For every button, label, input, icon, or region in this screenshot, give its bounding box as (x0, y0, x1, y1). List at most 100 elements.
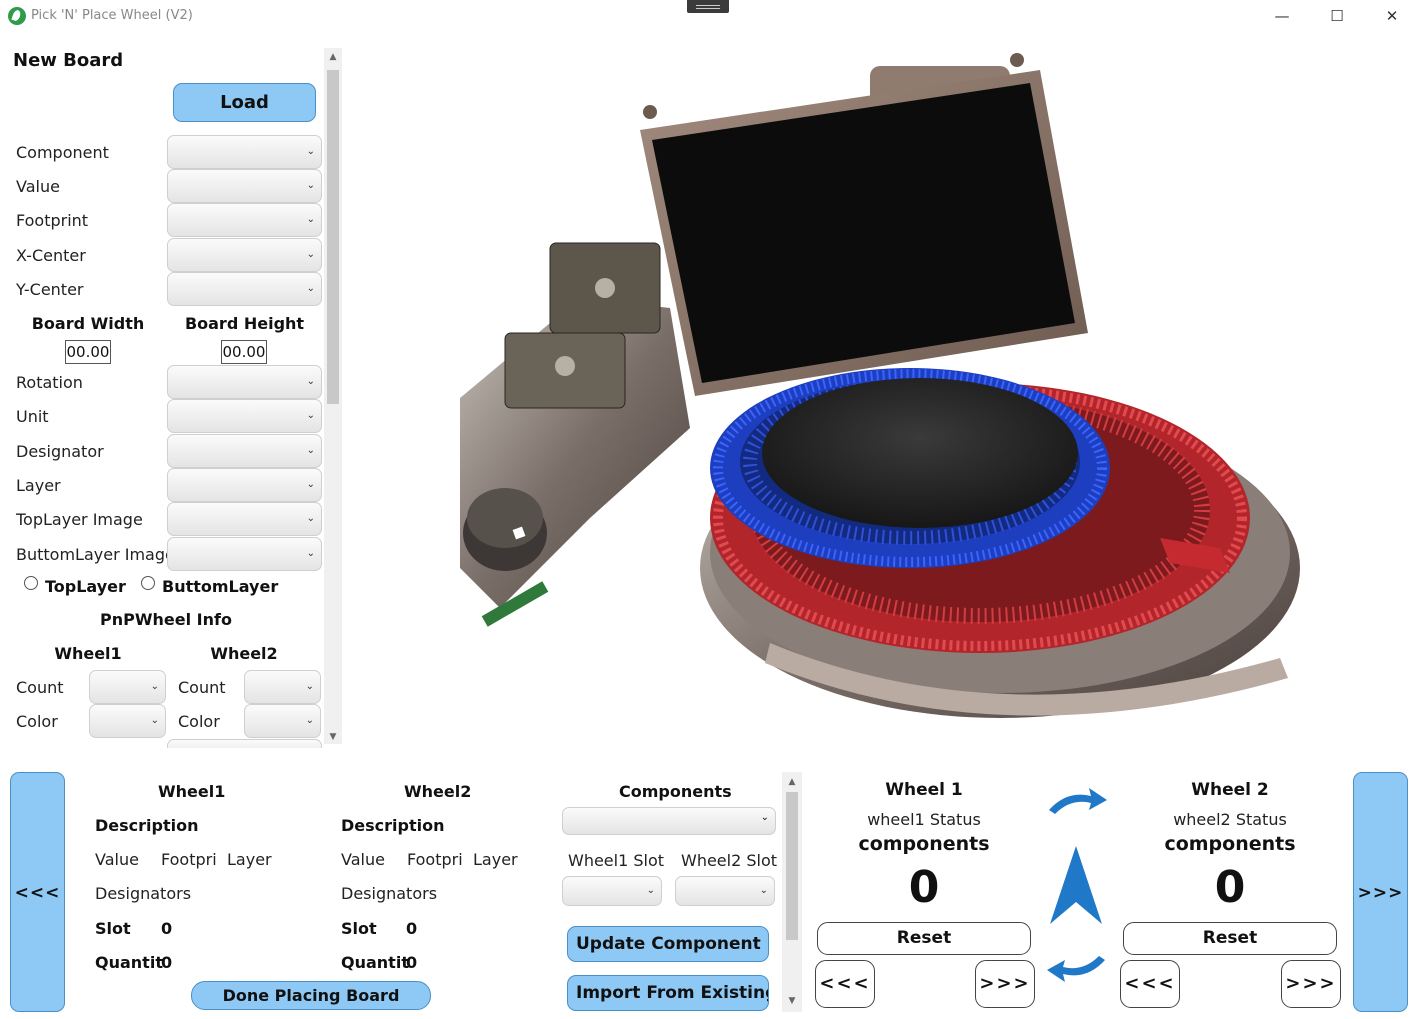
wheel1-slot-value: 0 (161, 919, 173, 938)
wheel1-count-label: Count (16, 678, 64, 697)
buttomlayer-radio[interactable] (141, 576, 155, 590)
rotation-select[interactable]: ⌄ (167, 365, 322, 399)
y-center-select[interactable]: ⌄ (167, 272, 322, 306)
footprint-select[interactable]: ⌄ (167, 203, 322, 237)
wheel2-reset-button[interactable]: Reset (1123, 922, 1337, 955)
wheel1-color-select[interactable]: ⌄ (89, 704, 166, 738)
components-heading: Components (619, 782, 732, 801)
wheel2-component-count: 0 (1214, 862, 1246, 913)
wheel1-info-title: Wheel1 (158, 782, 226, 801)
designator-label: Designator (16, 442, 104, 461)
wheel2-color-label: Color (178, 712, 220, 731)
panel-heading: New Board (13, 50, 124, 71)
done-placing-board-button[interactable]: Done Placing Board (191, 981, 431, 1010)
buttomlayer-radio-label: ButtomLayer (162, 577, 279, 596)
wheel1-heading: Wheel1 (54, 644, 122, 663)
wheel2-count-select[interactable]: ⌄ (244, 670, 321, 704)
wheel1-value: Value (95, 850, 139, 869)
wheel1-layer: Layer (227, 850, 272, 869)
scrollbar-thumb[interactable] (786, 792, 798, 940)
up-arrow-icon[interactable] (1046, 844, 1106, 928)
drag-handle[interactable] (687, 0, 729, 13)
scroll-down-icon[interactable]: ▼ (783, 994, 801, 1008)
wheel1-color-label: Color (16, 712, 58, 731)
wheel2-color-select[interactable]: ⌄ (244, 704, 321, 738)
machine-render (460, 53, 1300, 718)
maximize-button[interactable]: ☐ (1317, 4, 1357, 28)
wheel1-slot-label: Slot (95, 919, 131, 938)
wheel1-reset-button[interactable]: Reset (817, 922, 1031, 955)
import-existing-button[interactable]: Import From Existing Pr (567, 975, 769, 1011)
bottom-panel-scrollbar[interactable]: ▲ ▼ (782, 772, 802, 1012)
wheel2-layer: Layer (473, 850, 518, 869)
chevron-down-icon: ⌄ (306, 248, 315, 260)
load-button[interactable]: Load (173, 83, 316, 122)
value-label: Value (16, 177, 60, 196)
wheel1-next-button[interactable]: >>> (975, 960, 1035, 1008)
wheel2-next-button[interactable]: >>> (1281, 960, 1341, 1008)
x-center-select[interactable]: ⌄ (167, 238, 322, 272)
wheel2-count-label: Count (178, 678, 226, 697)
wheel1-description: Description (95, 816, 199, 835)
close-button[interactable]: ✕ (1372, 4, 1412, 28)
wheel1-count-select[interactable]: ⌄ (89, 670, 166, 704)
chevron-down-icon: ⌄ (150, 714, 159, 726)
update-component-button[interactable]: Update Component Pc (567, 926, 769, 962)
scroll-up-icon[interactable]: ▲ (324, 50, 342, 64)
wheel1-component-count: 0 (908, 862, 940, 913)
wheel2-slot-select[interactable]: ⌄ (675, 876, 775, 906)
previous-board-button[interactable]: <<< (10, 772, 65, 1012)
chevron-down-icon: ⌄ (306, 444, 315, 456)
toplayer-image-select[interactable]: ⌄ (167, 502, 322, 536)
buttomlayer-image-select[interactable]: ⌄ (167, 537, 322, 571)
wheel2-prev-button[interactable]: <<< (1120, 960, 1180, 1008)
left-panel-scrollbar[interactable]: ▲ ▼ (324, 48, 342, 744)
footprint-label: Footprint (16, 211, 89, 230)
app-leaf-icon (8, 7, 26, 25)
unit-label: Unit (16, 407, 49, 426)
wheel1-quantity-value: 0 (161, 953, 173, 972)
wheel1-slot-select[interactable]: ⌄ (562, 876, 662, 906)
unit-select[interactable]: ⌄ (167, 399, 322, 433)
rotate-cw-icon[interactable] (1045, 786, 1109, 816)
wheel2-quantity-value: 0 (406, 953, 418, 972)
chevron-down-icon: ⌄ (305, 680, 314, 692)
window-title: Pick 'N' Place Wheel (V2) (31, 8, 193, 23)
wheel1-status-text: wheel1 Status (867, 810, 981, 829)
rotation-label: Rotation (16, 373, 83, 392)
wheel1-prev-button[interactable]: <<< (815, 960, 875, 1008)
chevron-down-icon: ⌄ (306, 282, 315, 294)
wheel2-components-label: components (1164, 833, 1296, 855)
wheel2-value: Value (341, 850, 385, 869)
chevron-down-icon: ⌄ (306, 213, 315, 225)
scroll-up-icon[interactable]: ▲ (783, 775, 801, 789)
scroll-down-icon[interactable]: ▼ (324, 730, 342, 744)
component-select[interactable]: ⌄ (167, 135, 322, 169)
layer-select[interactable]: ⌄ (167, 468, 322, 502)
wheel1-footprint: Footpri (161, 850, 217, 869)
wheel2-slot-heading: Wheel2 Slot (681, 851, 778, 870)
board-height-field[interactable]: 00.00 (221, 340, 267, 364)
rotate-ccw-icon[interactable] (1045, 954, 1109, 984)
scrollbar-thumb[interactable] (327, 70, 339, 404)
x-center-label: X-Center (16, 246, 86, 265)
toplayer-radio[interactable] (24, 576, 38, 590)
components-select[interactable]: ⌄ (562, 807, 776, 835)
value-select[interactable]: ⌄ (167, 169, 322, 203)
wheel2-slot-value: 0 (406, 919, 418, 938)
minimize-button[interactable]: — (1262, 4, 1302, 28)
designator-select[interactable]: ⌄ (167, 434, 322, 468)
wheel1-slot-heading: Wheel1 Slot (568, 851, 665, 870)
wheel2-status-title: Wheel 2 (1191, 780, 1269, 800)
partial-select[interactable] (167, 739, 322, 748)
wheel2-designators: Designators (341, 884, 438, 903)
wheel2-footprint: Footpri (407, 850, 463, 869)
chevron-down-icon: ⌄ (150, 680, 159, 692)
wheel2-slot-label: Slot (341, 919, 377, 938)
next-board-button[interactable]: >>> (1353, 772, 1408, 1012)
board-width-field[interactable]: 00.00 (65, 340, 111, 364)
pnpwheel-info-heading: PnPWheel Info (100, 610, 232, 629)
wheel2-description: Description (341, 816, 445, 835)
y-center-label: Y-Center (16, 280, 84, 299)
chevron-down-icon: ⌄ (305, 714, 314, 726)
